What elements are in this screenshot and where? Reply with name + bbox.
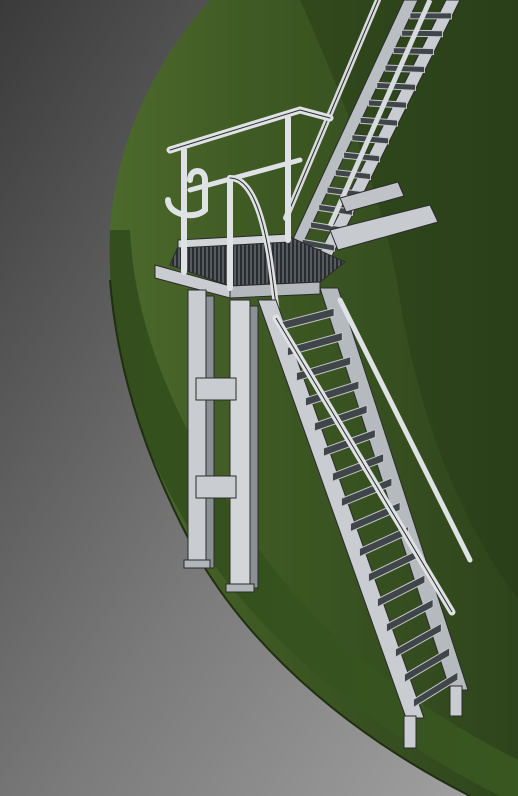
brace-upper xyxy=(195,377,237,401)
stair-model-render xyxy=(0,0,518,796)
leg-right-inner xyxy=(249,305,259,589)
leg-right xyxy=(229,299,251,591)
leg-left xyxy=(187,289,207,569)
stair-tread xyxy=(384,64,425,74)
stair-tread xyxy=(409,12,452,20)
lower-foot-left xyxy=(403,715,417,749)
brace-lower xyxy=(195,475,237,499)
stair-tread xyxy=(376,81,416,91)
stair-tread xyxy=(401,29,443,38)
lower-foot-right xyxy=(449,685,463,717)
leg-left-inner xyxy=(205,295,215,569)
stair-tread xyxy=(392,47,434,56)
cad-viewport xyxy=(0,0,518,796)
leg-foot-left xyxy=(183,559,211,569)
leg-foot-right xyxy=(225,583,255,593)
